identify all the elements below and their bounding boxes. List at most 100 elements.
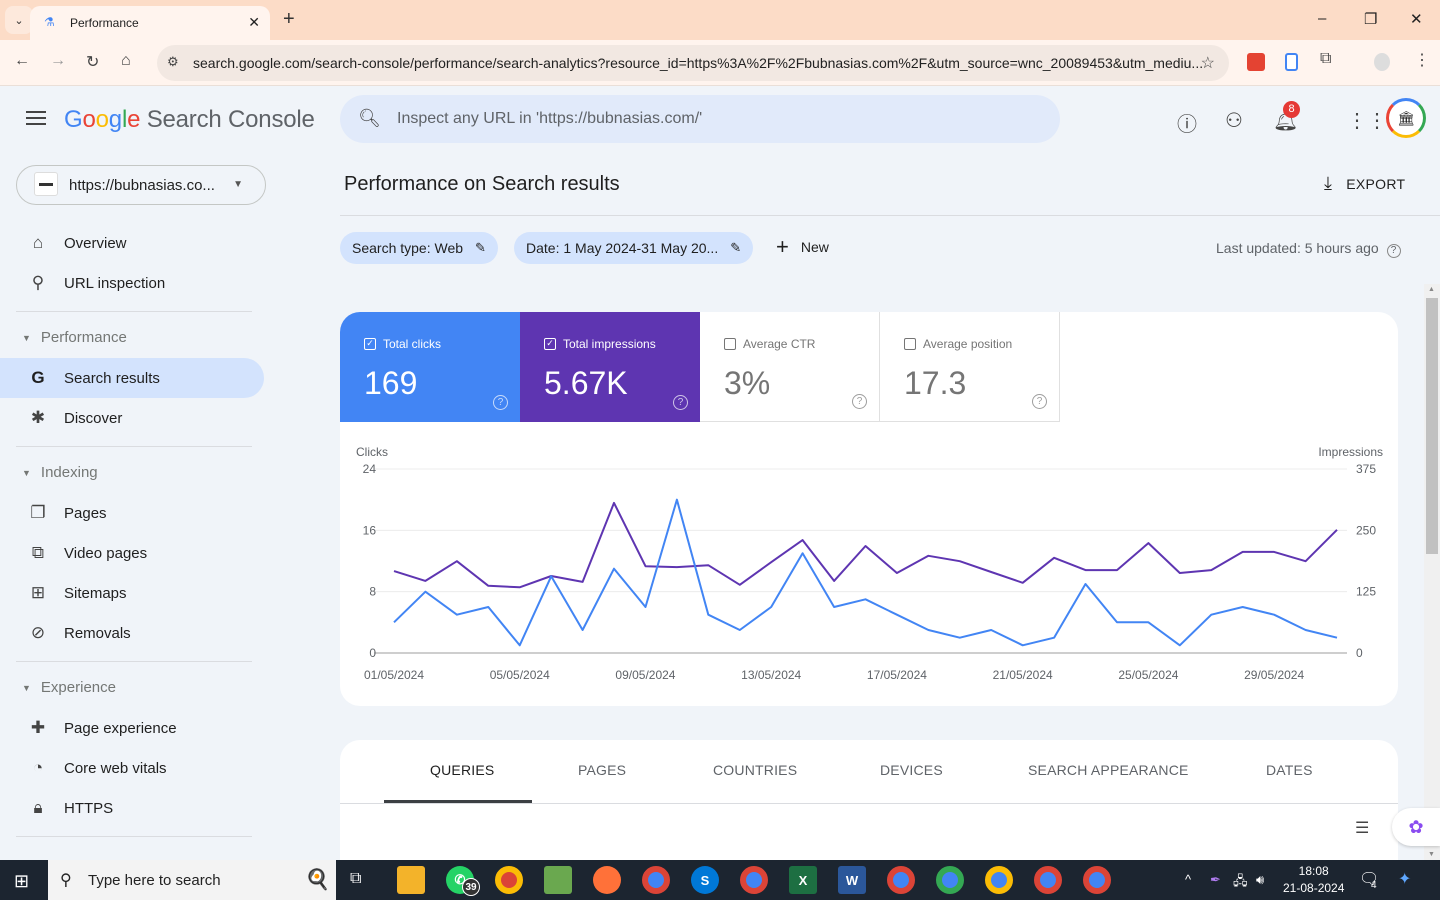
tab-search-appearance[interactable]: SEARCH APPEARANCE	[1028, 762, 1189, 778]
chef-hat-decoration-icon: 🍳	[305, 869, 330, 891]
export-button[interactable]: ⤓ EXPORT	[1324, 173, 1405, 194]
chrome-icon[interactable]	[495, 866, 523, 894]
new-filter-button[interactable]: + New	[776, 236, 829, 258]
sidebar-item-url-inspection[interactable]: ⚲ URL inspection	[0, 263, 264, 303]
tray-chevron-icon[interactable]: ^	[1185, 872, 1191, 887]
metric-average-ctr[interactable]: Average CTR 3% ?	[700, 312, 880, 422]
sidebar-item-discover[interactable]: ✱ Discover	[0, 398, 264, 438]
sidebar-item-core-web-vitals[interactable]: ◔ Core web vitals	[0, 748, 264, 788]
page-scrollbar[interactable]: ▲ ▼	[1424, 284, 1440, 860]
scrollbar-thumb[interactable]	[1426, 298, 1438, 554]
bookmark-star-icon[interactable]: ☆	[1201, 53, 1215, 73]
tab-queries[interactable]: QUERIES	[430, 762, 494, 778]
chrome-profile-icon[interactable]	[985, 866, 1013, 894]
main-menu-icon[interactable]	[26, 111, 46, 125]
checkbox-checked-icon[interactable]: ✓	[364, 338, 376, 350]
help-icon[interactable]: ?	[673, 395, 688, 410]
minimize-button[interactable]: –	[1318, 10, 1326, 27]
checkbox-unchecked-icon[interactable]	[724, 338, 736, 350]
metric-total-clicks[interactable]: ✓ Total clicks 169 ?	[340, 312, 520, 422]
scroll-up-icon[interactable]: ▲	[1428, 286, 1435, 293]
sidebar-item-https[interactable]: 🔒︎ HTTPS	[0, 788, 264, 828]
excel-icon[interactable]: X	[789, 866, 817, 894]
network-icon[interactable]: 🖧	[1233, 872, 1248, 894]
chrome-profile-icon[interactable]	[936, 866, 964, 894]
help-icon[interactable]: ?	[493, 395, 508, 410]
search-console-logo[interactable]: Google Search Console	[64, 106, 315, 134]
sitemap-icon: ⊞	[30, 583, 46, 602]
filter-rows-icon[interactable]: ☰	[1355, 818, 1369, 838]
tab-search-button[interactable]: ⌄	[5, 6, 33, 34]
forward-icon[interactable]: →	[50, 52, 66, 70]
section-performance[interactable]: ▼ Performance	[22, 329, 127, 346]
tab-countries[interactable]: COUNTRIES	[713, 762, 797, 778]
chrome-active-icon[interactable]	[1083, 866, 1111, 894]
help-icon[interactable]: ?	[852, 394, 867, 409]
sidebar-item-overview[interactable]: ⌂ Overview	[0, 223, 264, 263]
sidebar-item-pages[interactable]: ❐ Pages	[0, 493, 264, 533]
notepad-icon[interactable]	[544, 866, 572, 894]
copilot-icon[interactable]: ✦	[1398, 869, 1411, 889]
scroll-down-icon[interactable]: ▼	[1428, 851, 1435, 858]
metric-total-impressions[interactable]: ✓ Total impressions 5.67K ?	[520, 312, 700, 422]
metric-average-position[interactable]: Average position 17.3 ?	[880, 312, 1060, 422]
help-icon[interactable]: ?	[1386, 244, 1401, 258]
property-selector[interactable]: https://bubnasias.co... ▼	[16, 165, 266, 205]
data-point-impressions	[1083, 568, 1088, 573]
sidebar-item-sitemaps[interactable]: ⊞ Sitemaps	[0, 573, 264, 613]
browser-menu-icon[interactable]: ⋮	[1414, 50, 1430, 70]
data-point-clicks	[706, 612, 711, 617]
checkbox-unchecked-icon[interactable]	[904, 338, 916, 350]
new-tab-button[interactable]: +	[283, 8, 295, 31]
performance-line-chart[interactable]: Clicks Impressions 0 8 16 24 0 125 250 375 01/05/2…	[340, 442, 1398, 692]
tab-pages[interactable]: PAGES	[578, 762, 626, 778]
extensions-puzzle-icon[interactable]: ⧉	[1320, 50, 1331, 68]
home-icon[interactable]: ⌂	[121, 52, 131, 70]
sidebar-item-video-pages[interactable]: ⧉ Video pages	[0, 533, 264, 573]
file-explorer-icon[interactable]	[397, 866, 425, 894]
firefox-icon[interactable]	[593, 866, 621, 894]
checkbox-checked-icon[interactable]: ✓	[544, 338, 556, 350]
skype-icon[interactable]: S	[691, 866, 719, 894]
profile-icon[interactable]	[1374, 53, 1390, 71]
help-icon[interactable]: ?	[1032, 394, 1047, 409]
ai-assistant-brain-icon[interactable]: ✿	[1392, 808, 1440, 846]
sidebar-item-removals[interactable]: ⊘ Removals	[0, 613, 264, 653]
account-avatar[interactable]: 🏛	[1386, 98, 1426, 138]
tab-dates[interactable]: DATES	[1266, 762, 1313, 778]
chrome-profile-icon[interactable]	[887, 866, 915, 894]
site-info-icon[interactable]: ⚙	[167, 54, 179, 70]
url-inspect-search[interactable]: 🔍︎ Inspect any URL in 'https://bubnasias…	[340, 95, 1060, 143]
tab-devices[interactable]: DEVICES	[880, 762, 943, 778]
restore-button[interactable]: ❐	[1364, 10, 1377, 28]
sidebar-item-page-experience[interactable]: ✚ Page experience	[0, 708, 264, 748]
volume-icon[interactable]: 🔊︎	[1256, 872, 1264, 888]
filter-chip-search-type[interactable]: Search type: Web ✎	[340, 232, 498, 264]
filter-chip-date[interactable]: Date: 1 May 2024-31 May 20... ✎	[514, 232, 754, 264]
help-icon[interactable]: ⓘ	[1177, 108, 1197, 137]
section-indexing[interactable]: ▼ Indexing	[22, 464, 98, 481]
phone-extension-icon[interactable]	[1285, 53, 1298, 71]
chrome-profile-icon[interactable]	[1034, 866, 1062, 894]
system-clock[interactable]: 18:08 21-08-2024	[1283, 863, 1344, 897]
windows-start-icon[interactable]: ⊞	[14, 871, 29, 892]
reload-icon[interactable]: ↻	[86, 52, 99, 72]
task-view-icon[interactable]: ⧉	[350, 870, 361, 888]
back-icon[interactable]: ←	[14, 52, 30, 70]
todoist-extension-icon[interactable]	[1247, 53, 1265, 71]
pen-icon[interactable]: ✒	[1210, 872, 1221, 888]
browser-tab[interactable]: ⚗ Performance ✕	[30, 6, 270, 40]
users-settings-icon[interactable]: ⚇	[1225, 108, 1243, 133]
taskbar-search[interactable]: ⚲ Type here to search 🍳	[48, 860, 336, 900]
close-window-button[interactable]: ✕	[1410, 10, 1423, 28]
section-experience[interactable]: ▼ Experience	[22, 679, 116, 696]
close-tab-icon[interactable]: ✕	[248, 14, 260, 31]
chrome-profile-icon[interactable]	[740, 866, 768, 894]
y-axis-right-title: Impressions	[1318, 445, 1383, 459]
data-point-clicks	[1303, 628, 1308, 633]
chrome-profile-icon[interactable]	[642, 866, 670, 894]
word-icon[interactable]: W	[838, 866, 866, 894]
pages-icon: ❐	[30, 503, 46, 522]
address-bar[interactable]: ⚙ search.google.com/search-console/perfo…	[157, 45, 1229, 81]
sidebar-item-search-results[interactable]: G Search results	[0, 358, 264, 398]
